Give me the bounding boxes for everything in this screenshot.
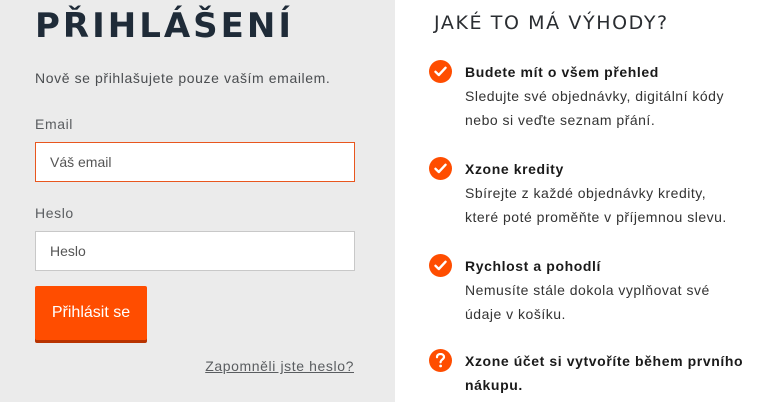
page-title: PŘIHLÁŠENÍ [35,6,295,46]
benefit-text-line: nebo si veďte seznam přání. [465,112,656,128]
forgot-password-link[interactable]: Zapomněli jste heslo? [205,358,354,374]
login-page: PŘIHLÁŠENÍ Nově se přihlašujete pouze va… [0,0,770,402]
benefit-item: Rychlost a pohodlí Nemusíte stále dokola… [429,254,769,326]
benefit-title: Xzone účet si vytvoříte během prvního [465,353,744,369]
check-icon [429,157,452,180]
benefit-title: Budete mít o všem přehled [465,64,659,80]
benefit-text-line: které poté proměňte v příjemnou slevu. [465,209,727,225]
benefit-title-line: nákupu. [465,377,523,393]
check-icon [429,254,452,277]
benefit-text-line: údaje v košíku. [465,306,566,322]
benefit-title: Rychlost a pohodlí [465,258,602,274]
benefit-text-line: Sledujte své objednávky, digitální kódy [465,88,724,104]
benefit-text-line: Sbírejte z každé objednávky kredity, [465,185,707,201]
email-field[interactable] [35,142,355,182]
benefits-panel: JAKÉ TO MÁ VÝHODY? Budete mít o všem pře… [395,0,770,402]
benefits-title: JAKÉ TO MÁ VÝHODY? [434,12,669,34]
benefit-text-line: Nemusíte stále dokola vyplňovat své [465,282,710,298]
check-icon [429,60,452,83]
benefit-item: Xzone účet si vytvoříte během prvního ná… [429,349,769,397]
password-label: Heslo [35,205,74,221]
login-button[interactable]: Přihlásit se [35,286,147,340]
login-panel: PŘIHLÁŠENÍ Nově se přihlašujete pouze va… [0,0,395,402]
benefit-title: Xzone kredity [465,161,564,177]
password-field[interactable] [35,231,355,271]
benefit-item: Xzone kredity Sbírejte z každé objednávk… [429,157,769,229]
email-label: Email [35,116,74,132]
benefit-item: Budete mít o všem přehled Sledujte své o… [429,60,769,132]
question-icon [429,349,452,372]
login-intro-text: Nově se přihlašujete pouze vaším emailem… [35,70,331,86]
